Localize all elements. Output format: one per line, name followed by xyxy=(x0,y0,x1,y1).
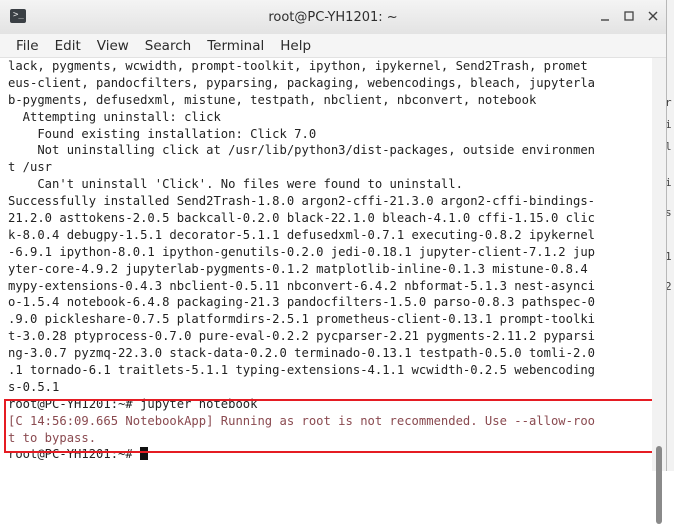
terminal-line: ng-3.0.7 pyzmq-22.3.0 stack-data-0.2.0 t… xyxy=(8,346,595,361)
terminal-line: o-1.5.4 notebook-6.4.8 packaging-21.3 pa… xyxy=(8,295,595,310)
title-bar[interactable]: >_ root@PC-YH1201: ~ xyxy=(0,0,666,35)
terminal-line: lack, pygments, wcwidth, prompt-toolkit,… xyxy=(8,59,588,73)
vertical-scrollbar[interactable] xyxy=(652,58,666,524)
terminal-line: 21.2.0 asttokens-2.0.5 backcall-0.2.0 bl… xyxy=(8,211,595,226)
terminal-line: .1 tornado-6.1 traitlets-5.1.1 typing-ex… xyxy=(8,363,595,378)
prompt-line: root@PC-YH1201:~# xyxy=(5,446,650,463)
terminal-line: Not uninstalling click at /usr/lib/pytho… xyxy=(8,143,595,158)
maximize-icon[interactable] xyxy=(622,7,636,25)
terminal-line: k-8.0.4 debugpy-1.5.1 decorator-5.1.1 de… xyxy=(8,227,595,242)
menu-search[interactable]: Search xyxy=(137,38,199,54)
menu-bar: File Edit View Search Terminal Help xyxy=(0,34,666,58)
terminal-line: -6.9.1 ipython-8.0.1 ipython-genutils-0.… xyxy=(8,244,595,259)
menu-file[interactable]: File xyxy=(8,38,47,54)
terminal-line: eus-client, pandocfilters, pyparsing, pa… xyxy=(8,75,595,90)
window-controls xyxy=(598,7,660,25)
terminal-line: Successfully installed Send2Trash-1.8.0 … xyxy=(8,194,595,209)
text-cursor xyxy=(140,447,149,461)
terminal-line: s-0.5.1 xyxy=(8,379,60,394)
menu-terminal[interactable]: Terminal xyxy=(199,38,272,54)
menu-view[interactable]: View xyxy=(89,38,137,54)
close-icon[interactable] xyxy=(646,7,660,25)
command-line: root@PC-YH1201:~# jupyter notebook xyxy=(8,396,258,411)
menu-help[interactable]: Help xyxy=(272,38,319,54)
warning-line: [C 14:56:09.665 NotebookApp] Running as … xyxy=(8,413,595,428)
terminal-line: t-3.0.28 ptyprocess-0.7.0 pure-eval-0.2.… xyxy=(8,329,595,344)
terminal-line: t /usr xyxy=(8,160,53,175)
minimize-icon[interactable] xyxy=(598,7,612,25)
terminal-line: Can't uninstall 'Click'. No files were f… xyxy=(8,177,463,192)
shell-prompt: root@PC-YH1201:~# xyxy=(8,447,141,462)
terminal-line: b-pygments, defusedxml, mistune, testpat… xyxy=(8,92,537,107)
window-title: root@PC-YH1201: ~ xyxy=(268,10,398,25)
menu-edit[interactable]: Edit xyxy=(47,38,89,54)
terminal-output[interactable]: lack, pygments, wcwidth, prompt-toolkit,… xyxy=(5,58,650,468)
terminal-window: >_ root@PC-YH1201: ~ File Edit View Sear… xyxy=(0,0,667,524)
terminal-line: mypy-extensions-0.4.3 nbclient-0.5.11 nb… xyxy=(8,278,595,293)
warning-line: t to bypass. xyxy=(8,430,97,445)
terminal-line: .9.0 pickleshare-0.7.5 platformdirs-2.5.… xyxy=(8,312,595,327)
terminal-line: yter-core-4.9.2 jupyterlab-pygments-0.1.… xyxy=(8,261,588,276)
terminal-line: Attempting uninstall: click xyxy=(8,109,221,124)
terminal-line: Found existing installation: Click 7.0 xyxy=(8,126,317,141)
scrollbar-thumb[interactable] xyxy=(656,446,662,524)
